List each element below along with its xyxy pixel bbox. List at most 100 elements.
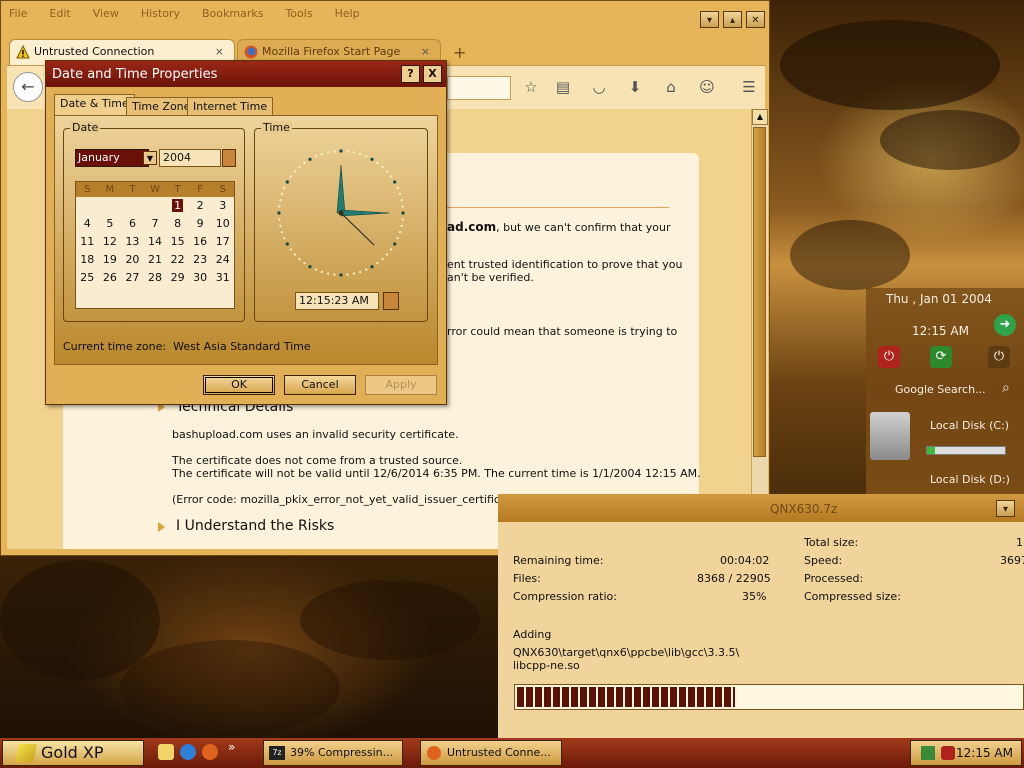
calendar-day[interactable]: 10: [211, 215, 234, 233]
calendar-day[interactable]: 7: [144, 215, 167, 233]
calendar-day[interactable]: 2: [189, 197, 212, 215]
calendar-day[interactable]: 3: [211, 197, 234, 215]
folder-icon[interactable]: [158, 744, 174, 760]
clock-tick: [289, 175, 292, 178]
time-spinner[interactable]: [383, 292, 399, 310]
back-button[interactable]: ←: [13, 72, 43, 102]
minimize-button[interactable]: ▾: [996, 500, 1015, 517]
standby-icon[interactable]: ⏻: [988, 346, 1010, 368]
clock-tick: [352, 151, 355, 154]
task-compressing[interactable]: 7z 39% Compressin...: [263, 740, 403, 766]
search-icon[interactable]: ⌕: [1002, 380, 1010, 396]
menu-tools[interactable]: Tools: [285, 7, 312, 25]
close-button[interactable]: ✕: [746, 11, 765, 28]
clock-tick: [308, 265, 312, 269]
calendar-day[interactable]: 4: [76, 215, 99, 233]
calendar-day[interactable]: 16: [189, 233, 212, 251]
vertical-scrollbar[interactable]: ▲ ▼: [751, 109, 768, 535]
calendar-day[interactable]: 12: [99, 233, 122, 251]
year-input[interactable]: 2004: [159, 149, 221, 167]
dialog-titlebar[interactable]: Date and Time Properties ? X: [46, 61, 446, 87]
menu-bookmarks[interactable]: Bookmarks: [202, 7, 263, 25]
calendar-day[interactable]: 30: [189, 269, 212, 287]
reading-list-icon[interactable]: ▤: [553, 77, 573, 97]
power-off-icon[interactable]: ⏻: [878, 346, 900, 368]
download-icon[interactable]: ⬇: [625, 77, 645, 97]
internet-explorer-icon[interactable]: [180, 744, 196, 760]
restart-icon[interactable]: ⟳: [930, 346, 952, 368]
menu-help[interactable]: Help: [335, 7, 360, 25]
time-input[interactable]: 12:15:23 AM: [295, 292, 379, 310]
weekday-label: W: [150, 184, 160, 195]
calendar-day[interactable]: 8: [166, 215, 189, 233]
calendar-day[interactable]: 5: [99, 215, 122, 233]
quicklaunch-chevron[interactable]: »: [228, 740, 235, 754]
calendar-day[interactable]: 15: [166, 233, 189, 251]
dialog-close-button[interactable]: X: [423, 65, 442, 83]
url-bar[interactable]: [447, 76, 511, 100]
calendar-day[interactable]: 19: [99, 251, 122, 269]
cancel-button[interactable]: Cancel: [284, 375, 356, 395]
firefox-icon[interactable]: [202, 744, 218, 760]
year-spinner[interactable]: [222, 149, 236, 167]
window-controls: ▾ ▴ ✕: [700, 11, 765, 28]
calendar-day[interactable]: 22: [166, 251, 189, 269]
files-value: 8368 / 22905: [697, 572, 771, 585]
selected-day[interactable]: 1: [172, 199, 184, 212]
calendar-day[interactable]: 11: [76, 233, 99, 251]
pocket-icon[interactable]: ◡: [589, 77, 609, 97]
calendar-day[interactable]: 27: [121, 269, 144, 287]
maximize-button[interactable]: ▴: [723, 11, 742, 28]
calendar-day[interactable]: 17: [211, 233, 234, 251]
menu-history[interactable]: History: [141, 7, 180, 25]
calendar-day[interactable]: 21: [144, 251, 167, 269]
month-select[interactable]: January ▼: [75, 149, 157, 167]
calendar-day[interactable]: 31: [211, 269, 234, 287]
scroll-thumb[interactable]: [753, 127, 766, 457]
network-icon[interactable]: [921, 746, 935, 760]
calendar-day[interactable]: 1: [166, 197, 189, 215]
chat-icon[interactable]: ☺: [697, 77, 717, 97]
google-search-input[interactable]: Google Search...: [895, 383, 986, 396]
bookmark-star-icon[interactable]: ☆: [521, 77, 541, 97]
calendar-day[interactable]: 18: [76, 251, 99, 269]
calendar-day[interactable]: 20: [121, 251, 144, 269]
calendar-day[interactable]: 28: [144, 269, 167, 287]
calendar-day[interactable]: 29: [166, 269, 189, 287]
clock-tick: [280, 192, 284, 195]
menu-hamburger-icon[interactable]: ☰: [739, 77, 759, 97]
minimize-button[interactable]: ▾: [700, 11, 719, 28]
tab-close-icon[interactable]: ×: [215, 45, 224, 58]
clock-tick: [400, 224, 403, 227]
calendar-day[interactable]: 24: [211, 251, 234, 269]
scroll-up-button[interactable]: ▲: [752, 109, 768, 125]
calendar-day[interactable]: 26: [99, 269, 122, 287]
compress-titlebar[interactable]: QNX630.7z ▾: [498, 494, 1024, 522]
menu-file[interactable]: File: [9, 7, 27, 25]
apply-button[interactable]: Apply: [365, 375, 437, 395]
expand-arrow-icon[interactable]: [158, 522, 165, 532]
shield-icon[interactable]: [941, 746, 955, 760]
calendar-day[interactable]: 13: [121, 233, 144, 251]
understand-risks-heading[interactable]: I Understand the Risks: [176, 518, 334, 534]
menu-edit[interactable]: Edit: [49, 7, 70, 25]
calendar-day[interactable]: 6: [121, 215, 144, 233]
calendar-day[interactable]: 25: [76, 269, 99, 287]
tab-time-zone[interactable]: Time Zone: [126, 97, 197, 115]
tab-internet-time[interactable]: Internet Time: [187, 97, 274, 115]
arrow-right-icon[interactable]: ➜: [994, 314, 1016, 336]
tab-close-icon[interactable]: ×: [421, 45, 430, 58]
ok-button[interactable]: OK: [203, 375, 275, 395]
menu-view[interactable]: View: [93, 7, 119, 25]
help-button[interactable]: ?: [401, 65, 420, 83]
new-tab-button[interactable]: +: [453, 43, 466, 62]
calendar-day[interactable]: 23: [189, 251, 212, 269]
chevron-down-icon[interactable]: ▼: [143, 151, 157, 165]
tab-date-time[interactable]: Date & Time: [54, 94, 135, 116]
home-icon[interactable]: ⌂: [661, 77, 681, 97]
start-button[interactable]: Gold XP: [2, 740, 144, 766]
taskbar-clock[interactable]: 12:15 AM: [956, 746, 1013, 760]
calendar-day[interactable]: 9: [189, 215, 212, 233]
calendar-day[interactable]: 14: [144, 233, 167, 251]
task-untrusted-connection[interactable]: Untrusted Conne...: [420, 740, 562, 766]
